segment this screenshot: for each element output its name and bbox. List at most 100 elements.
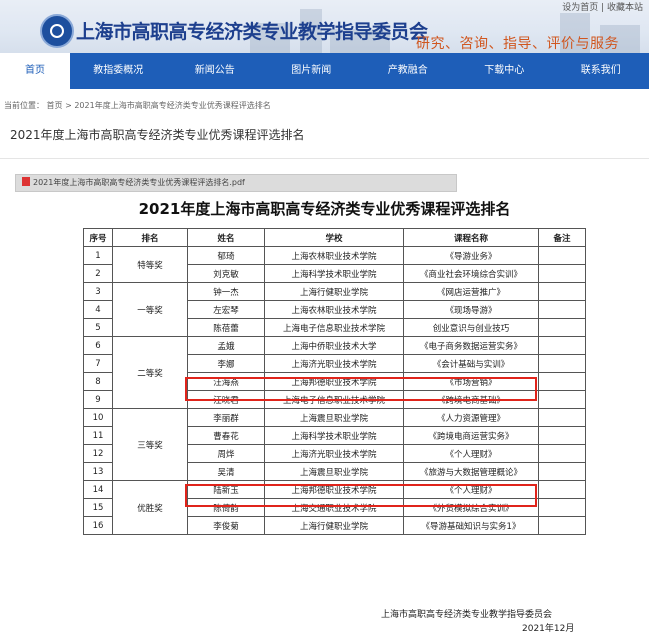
nav-industry-education[interactable]: 产教融合 xyxy=(360,53,457,89)
cell-name: 孟娥 xyxy=(187,336,265,355)
cell-remark xyxy=(538,408,586,427)
cell-rank: 特等奖 xyxy=(112,246,188,283)
cell-course: 《导游基础知识与实务1》 xyxy=(403,516,539,535)
cell-school: 上海行健职业学院 xyxy=(264,282,404,301)
cell-school: 上海电子信息职业技术学院 xyxy=(264,318,404,337)
cell-name: 郁琦 xyxy=(187,246,265,265)
col-header-name: 姓名 xyxy=(187,228,265,247)
cell-remark xyxy=(538,300,586,319)
nav-news-announcements[interactable]: 新闻公告 xyxy=(167,53,264,89)
cell-remark xyxy=(538,390,586,409)
cell-no: 2 xyxy=(83,264,113,283)
site-banner: 设为首页 | 收藏本站 上海市高职高专经济类专业教学指导委员会 研究、咨询、指导… xyxy=(0,0,649,53)
cell-no: 11 xyxy=(83,426,113,445)
logo-icon xyxy=(40,14,74,48)
divider xyxy=(0,158,649,159)
cell-name: 吴清 xyxy=(187,462,265,481)
cell-no: 1 xyxy=(83,246,113,265)
cell-school: 上海震旦职业学院 xyxy=(264,462,404,481)
table-header-row: 序号 排名 姓名 学校 课程名称 备注 xyxy=(83,228,586,247)
cell-rank: 二等奖 xyxy=(112,336,188,409)
cell-name: 李丽群 xyxy=(187,408,265,427)
pdf-icon xyxy=(22,177,30,186)
cell-school: 上海科学技术职业学院 xyxy=(264,264,404,283)
cell-remark xyxy=(538,480,586,499)
cell-remark xyxy=(538,426,586,445)
cell-no: 16 xyxy=(83,516,113,535)
document-signature: 上海市高职高专经济类专业教学指导委员会 xyxy=(381,610,553,620)
document-date: 2021年12月 xyxy=(522,624,575,634)
cell-school: 上海震旦职业学院 xyxy=(264,408,404,427)
cell-course: 《会计基础与实训》 xyxy=(403,354,539,373)
cell-course: 《现场导游》 xyxy=(403,300,539,319)
cell-remark xyxy=(538,246,586,265)
cell-course: 《网店运营推广》 xyxy=(403,282,539,301)
nav-downloads[interactable]: 下载中心 xyxy=(456,53,553,89)
cell-remark xyxy=(538,498,586,517)
cell-course: 《商业社会环境综合实训》 xyxy=(403,264,539,283)
cell-name: 陈蓓蕾 xyxy=(187,318,265,337)
cell-remark xyxy=(538,318,586,337)
cell-name: 左宏琴 xyxy=(187,300,265,319)
cell-course: 创业意识与创业技巧 xyxy=(403,318,539,337)
cell-course: 《电子商务数据运营实务》 xyxy=(403,336,539,355)
table-row: 6 二等奖 孟娥 上海中侨职业技术大学 《电子商务数据运营实务》 xyxy=(83,336,586,409)
cell-no: 4 xyxy=(83,300,113,319)
site-title: 上海市高职高专经济类专业教学指导委员会 xyxy=(76,21,428,43)
cell-no: 8 xyxy=(83,372,113,391)
highlight-box xyxy=(185,377,537,401)
cell-course: 《人力资源管理》 xyxy=(403,408,539,427)
nav-committee-overview[interactable]: 教指委概况 xyxy=(70,53,167,89)
cell-no: 14 xyxy=(83,480,113,499)
col-header-rank: 排名 xyxy=(112,228,188,247)
cell-no: 13 xyxy=(83,462,113,481)
cell-remark xyxy=(538,336,586,355)
cell-school: 上海农林职业技术学院 xyxy=(264,246,404,265)
cell-rank: 一等奖 xyxy=(112,282,188,337)
document-title: 2021年度上海市高职高专经济类专业优秀课程评选排名 xyxy=(138,200,511,218)
page-title: 2021年度上海市高职高专经济类专业优秀课程评选排名 xyxy=(10,128,305,142)
col-header-remark: 备注 xyxy=(538,228,586,247)
cell-no: 10 xyxy=(83,408,113,427)
table-row: 10 三等奖 李丽群 上海震旦职业学院 《人力资源管理》 xyxy=(83,408,586,481)
cell-rank: 优胜奖 xyxy=(112,480,188,535)
cell-course: 《旅游与大数据管理概论》 xyxy=(403,462,539,481)
cell-course: 《跨境电商运营实务》 xyxy=(403,426,539,445)
cell-name: 周烨 xyxy=(187,444,265,463)
cell-no: 7 xyxy=(83,354,113,373)
cell-school: 上海农林职业技术学院 xyxy=(264,300,404,319)
nav-contact[interactable]: 联系我们 xyxy=(553,53,649,89)
cell-school: 上海济光职业技术学院 xyxy=(264,444,404,463)
cell-school: 上海中侨职业技术大学 xyxy=(264,336,404,355)
cell-no: 6 xyxy=(83,336,113,355)
main-nav: 首页 教指委概况 新闻公告 图片新闻 产教融合 下载中心 联系我们 xyxy=(0,53,649,89)
cell-no: 12 xyxy=(83,444,113,463)
cell-remark xyxy=(538,516,586,535)
cell-remark xyxy=(538,372,586,391)
cell-rank: 三等奖 xyxy=(112,408,188,481)
pdf-attachment-bar[interactable]: 2021年度上海市高职高专经济类专业优秀课程评选排名.pdf xyxy=(15,174,457,192)
cell-remark xyxy=(538,264,586,283)
cell-no: 15 xyxy=(83,498,113,517)
pdf-filename: 2021年度上海市高职高专经济类专业优秀课程评选排名.pdf xyxy=(33,178,245,187)
cell-remark xyxy=(538,444,586,463)
cell-school: 上海科学技术职业学院 xyxy=(264,426,404,445)
cell-no: 9 xyxy=(83,390,113,409)
nav-photo-news[interactable]: 图片新闻 xyxy=(263,53,360,89)
nav-home[interactable]: 首页 xyxy=(0,53,70,89)
cell-name: 李娜 xyxy=(187,354,265,373)
cell-no: 5 xyxy=(83,318,113,337)
cell-no: 3 xyxy=(83,282,113,301)
table-row: 1 特等奖 郁琦 上海农林职业技术学院 《导游业务》 xyxy=(83,246,586,283)
cell-name: 刘克敏 xyxy=(187,264,265,283)
top-links[interactable]: 设为首页 | 收藏本站 xyxy=(562,0,643,13)
cell-remark xyxy=(538,462,586,481)
cell-name: 曹春花 xyxy=(187,426,265,445)
cell-course: 《个人理财》 xyxy=(403,444,539,463)
highlight-box xyxy=(185,484,537,507)
breadcrumb[interactable]: 当前位置： 首页 > 2021年度上海市高职高专经济类专业优秀课程评选排名 xyxy=(4,100,271,111)
cell-remark xyxy=(538,282,586,301)
col-header-no: 序号 xyxy=(83,228,113,247)
cell-course: 《导游业务》 xyxy=(403,246,539,265)
col-header-school: 学校 xyxy=(264,228,404,247)
